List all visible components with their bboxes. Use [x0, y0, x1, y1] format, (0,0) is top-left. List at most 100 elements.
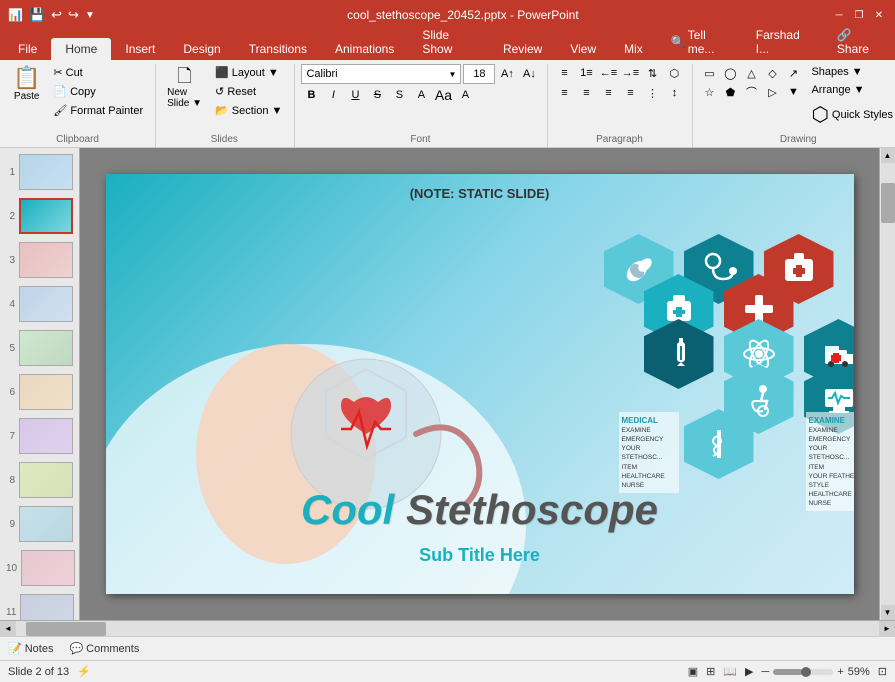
section-button[interactable]: 📂 Section ▼ — [211, 102, 286, 119]
indent-increase-btn[interactable]: →≡ — [620, 64, 640, 82]
shadow-btn[interactable]: S — [389, 86, 409, 104]
zoom-in-btn[interactable]: + — [837, 666, 843, 678]
layout-button[interactable]: ⬛ Layout ▼ — [211, 64, 286, 81]
underline-btn[interactable]: U — [345, 86, 365, 104]
restore-btn[interactable]: ❐ — [851, 7, 867, 23]
tab-mix[interactable]: Mix — [610, 38, 657, 60]
highlight-btn[interactable]: Aa — [433, 86, 453, 104]
copy-button[interactable]: 📄 Copy — [49, 83, 147, 100]
quick-customize[interactable]: ▼ — [85, 10, 95, 21]
tab-view[interactable]: View — [556, 38, 610, 60]
shape-3[interactable]: △ — [741, 64, 761, 82]
comments-btn[interactable]: 💬 Comments — [69, 642, 139, 655]
shape-5[interactable]: ↗ — [783, 64, 803, 82]
shape-4[interactable]: ◇ — [762, 64, 782, 82]
slide-thumb-9[interactable]: 9 — [4, 504, 75, 544]
tab-user[interactable]: Farshad I... — [742, 24, 823, 60]
bullets-btn[interactable]: ≡ — [554, 64, 574, 82]
slide-thumb-11[interactable]: 11 — [4, 592, 75, 620]
zoom-out-btn[interactable]: ─ — [762, 666, 770, 678]
shape-8[interactable]: ⌒ — [741, 83, 761, 101]
view-slidesorter-btn[interactable]: ⊞ — [706, 665, 715, 678]
scroll-left-btn[interactable]: ◄ — [0, 621, 16, 637]
view-reading-btn[interactable]: 📖 — [723, 665, 737, 678]
clearformat-btn[interactable]: A — [455, 86, 475, 104]
quick-redo[interactable]: ↪ — [68, 7, 79, 23]
align-center-btn[interactable]: ≡ — [576, 84, 596, 102]
scroll-up-btn[interactable]: ▲ — [881, 148, 895, 163]
shape-7[interactable]: ⬟ — [720, 83, 740, 101]
align-left-btn[interactable]: ≡ — [554, 84, 574, 102]
hscroll-thumb[interactable] — [26, 622, 106, 636]
zoom-slider-fill — [773, 669, 803, 675]
scroll-right-btn[interactable]: ► — [879, 621, 895, 637]
minimize-btn[interactable]: ─ — [831, 7, 847, 23]
columns-btn[interactable]: ⋮ — [642, 84, 662, 102]
view-slideshow-btn[interactable]: ▶ — [745, 665, 753, 678]
notes-btn[interactable]: 📝 Notes — [8, 642, 53, 655]
zoom-slider[interactable] — [773, 669, 833, 675]
slide-thumb-2[interactable]: 2 — [4, 196, 75, 236]
tab-home[interactable]: Home — [51, 38, 111, 60]
slides-panel[interactable]: 1 2 3 4 5 6 7 8 — [0, 148, 80, 620]
shapes-btn[interactable]: Shapes ▼ — [807, 64, 895, 80]
justify-btn[interactable]: ≡ — [620, 84, 640, 102]
slide-thumb-8[interactable]: 8 — [4, 460, 75, 500]
slide-thumb-5[interactable]: 5 — [4, 328, 75, 368]
shape-6[interactable]: ☆ — [699, 83, 719, 101]
strikethrough-btn[interactable]: S — [367, 86, 387, 104]
tab-animations[interactable]: Animations — [321, 38, 408, 60]
align-right-btn[interactable]: ≡ — [598, 84, 618, 102]
tab-slideshow[interactable]: Slide Show — [408, 24, 489, 60]
tab-design[interactable]: Design — [169, 38, 234, 60]
fit-slide-btn[interactable]: ⊡ — [878, 665, 887, 678]
tab-transitions[interactable]: Transitions — [235, 38, 321, 60]
format-painter-button[interactable]: 🖌 Format Painter — [49, 102, 147, 119]
scrollbar-thumb[interactable] — [881, 183, 895, 223]
view-normal-btn[interactable]: ▣ — [688, 665, 698, 678]
shape-2[interactable]: ◯ — [720, 64, 740, 82]
examine-line1: EXAMINE — [809, 426, 854, 435]
italic-btn[interactable]: I — [323, 86, 343, 104]
tab-review[interactable]: Review — [489, 38, 556, 60]
quickstyles-btn[interactable]: ⬡ Quick Styles — [807, 100, 895, 129]
text-direction-btn[interactable]: ⇅ — [642, 64, 662, 82]
cut-button[interactable]: ✂ Cut — [49, 64, 147, 81]
horizontal-scrollbar[interactable]: ◄ ► — [0, 620, 895, 636]
slide-thumb-3[interactable]: 3 — [4, 240, 75, 280]
numbering-btn[interactable]: 1≡ — [576, 64, 596, 82]
decrease-font-btn[interactable]: A↓ — [519, 65, 539, 83]
tab-share[interactable]: 🔗 Share — [823, 24, 895, 60]
reset-button[interactable]: ↺ Reset — [211, 83, 286, 100]
font-size-input[interactable]: 18 — [463, 64, 495, 84]
shape-more[interactable]: ▼ — [783, 83, 803, 101]
fontcolor-btn[interactable]: A — [411, 86, 431, 104]
tab-tellme[interactable]: 🔍 Tell me... — [657, 24, 742, 60]
slide-thumb-10[interactable]: 10 — [4, 548, 75, 588]
bold-btn[interactable]: B — [301, 86, 321, 104]
linespacing-btn[interactable]: ↕ — [664, 84, 684, 102]
shape-9[interactable]: ▷ — [762, 83, 782, 101]
increase-font-btn[interactable]: A↑ — [497, 65, 517, 83]
font-family-select[interactable]: Calibri▼ — [301, 64, 461, 84]
convert-smartart-btn[interactable]: ⬡ — [664, 64, 684, 82]
slide-thumb-6[interactable]: 6 — [4, 372, 75, 412]
slide-thumb-4[interactable]: 4 — [4, 284, 75, 324]
slide-thumb-1[interactable]: 1 — [4, 152, 75, 192]
quick-save[interactable]: 💾 — [29, 7, 45, 23]
scroll-down-btn[interactable]: ▼ — [881, 605, 895, 620]
close-btn[interactable]: ✕ — [871, 7, 887, 23]
arrange-btn[interactable]: Arrange ▼ — [807, 82, 895, 98]
zoom-slider-thumb[interactable] — [801, 667, 811, 677]
new-slide-button[interactable]: 🗋 NewSlide ▼ — [162, 64, 207, 112]
medical-line4: ITEM — [622, 463, 676, 472]
tab-file[interactable]: File — [4, 38, 51, 60]
slide-canvas[interactable]: (NOTE: STATIC SLIDE) — [106, 174, 854, 594]
right-scrollbar[interactable]: ▲ ▼ — [879, 148, 895, 620]
quick-undo[interactable]: ↩ — [51, 7, 62, 23]
indent-decrease-btn[interactable]: ←≡ — [598, 64, 618, 82]
slide-thumb-7[interactable]: 7 — [4, 416, 75, 456]
paste-button[interactable]: 📋 Paste — [8, 64, 45, 105]
tab-insert[interactable]: Insert — [111, 38, 169, 60]
shape-1[interactable]: ▭ — [699, 64, 719, 82]
